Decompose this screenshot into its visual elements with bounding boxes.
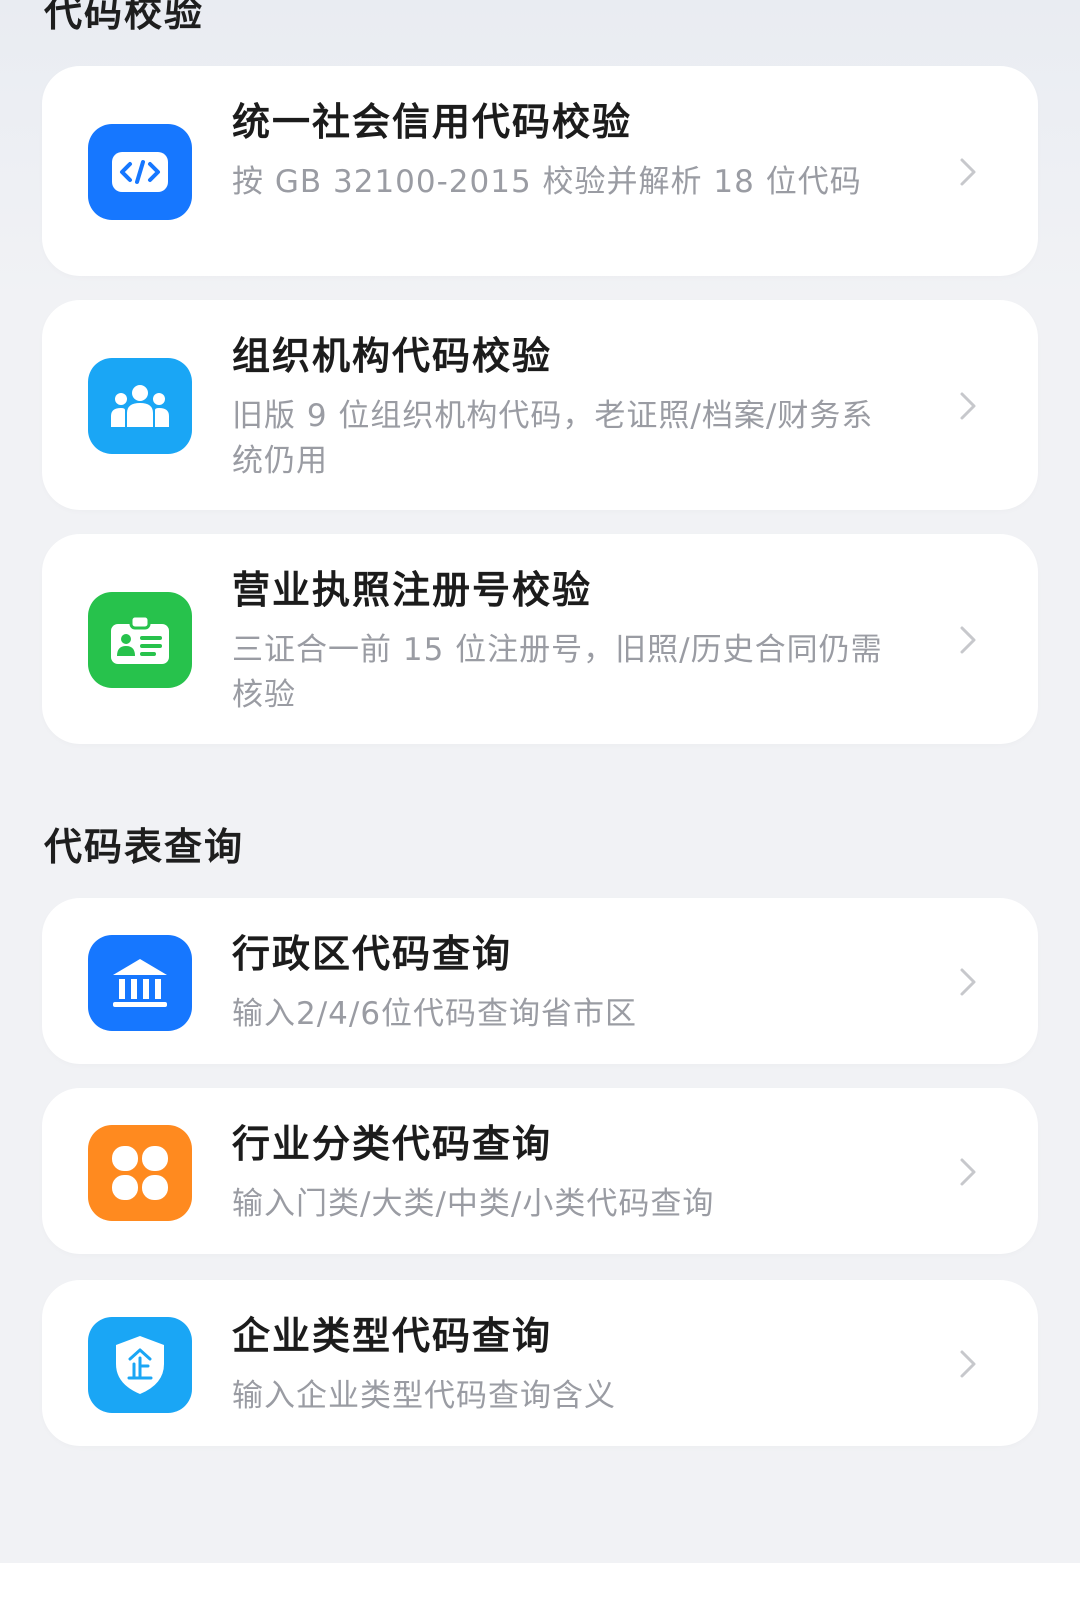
bottom-bar (0, 1563, 1080, 1613)
card-description: 旧版 9 位组织机构代码，老证照/档案/财务系统仍用 (232, 398, 874, 479)
chevron-right-icon (956, 964, 980, 1000)
card-description: 按 GB 32100-2015 校验并解析 18 位代码 (232, 164, 862, 200)
card-description: 输入2/4/6位代码查询省市区 (232, 996, 638, 1032)
card-admin-region-lookup[interactable]: 行政区代码查询 输入2/4/6位代码查询省市区 (42, 898, 1038, 1064)
card-title: 企业类型代码查询 (232, 1314, 553, 1358)
card-description: 三证合一前 15 位注册号，旧照/历史合同仍需核验 (232, 632, 883, 713)
card-title: 行业分类代码查询 (232, 1122, 553, 1166)
chevron-right-icon (956, 622, 980, 658)
card-description: 输入门类/大类/中类/小类代码查询 (232, 1186, 715, 1222)
section-title-code-table-lookup: 代码表查询 (44, 825, 245, 869)
chevron-right-icon (956, 388, 980, 424)
section-title-code-verify: 代码校验 (44, 0, 205, 35)
card-enterprise-type-lookup[interactable]: 企业类型代码查询 输入企业类型代码查询含义 (42, 1280, 1038, 1446)
id-card-icon (88, 592, 192, 688)
page: 代码校验 统一社会信用代码校验 按 GB 32100-2015 校验并解析 18… (0, 0, 1080, 1613)
card-business-license-verify[interactable]: 营业执照注册号校验 三证合一前 15 位注册号，旧照/历史合同仍需核验 (42, 534, 1038, 744)
card-title: 统一社会信用代码校验 (232, 100, 633, 144)
chevron-right-icon (956, 1154, 980, 1190)
card-industry-code-lookup[interactable]: 行业分类代码查询 输入门类/大类/中类/小类代码查询 (42, 1088, 1038, 1254)
card-credit-code-verify[interactable]: 统一社会信用代码校验 按 GB 32100-2015 校验并解析 18 位代码 (42, 66, 1038, 276)
people-group-icon (88, 358, 192, 454)
four-petal-grid-icon (88, 1125, 192, 1221)
card-title: 组织机构代码校验 (232, 334, 553, 378)
card-org-code-verify[interactable]: 组织机构代码校验 旧版 9 位组织机构代码，老证照/档案/财务系统仍用 (42, 300, 1038, 510)
chevron-right-icon (956, 1346, 980, 1382)
card-title: 行政区代码查询 (232, 932, 513, 976)
government-building-icon (88, 935, 192, 1031)
card-title: 营业执照注册号校验 (232, 568, 593, 612)
code-icon (88, 124, 192, 220)
card-description: 输入企业类型代码查询含义 (232, 1378, 616, 1414)
chevron-right-icon (956, 154, 980, 190)
enterprise-shield-icon (88, 1317, 192, 1413)
